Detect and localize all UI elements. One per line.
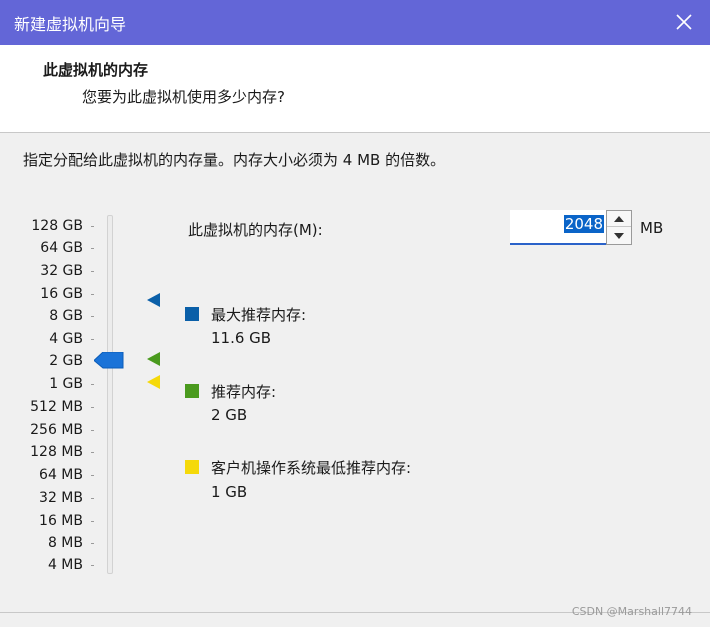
- scale-tick: [91, 271, 94, 272]
- scale-tick: [91, 384, 94, 385]
- memory-slider-thumb[interactable]: [94, 352, 124, 369]
- scale-tick: [91, 339, 94, 340]
- instruction-text: 指定分配给此虚拟机的内存量。内存大小必须为 4 MB 的倍数。: [23, 151, 446, 169]
- recommended-legend-icon: [185, 384, 199, 398]
- scale-tick: [91, 543, 94, 544]
- scale-label-32gb: 32 GB: [40, 263, 83, 279]
- scale-label-8mb: 8 MB: [47, 535, 83, 551]
- scale-label-8gb: 8 GB: [49, 308, 83, 324]
- scale-tick: [91, 452, 94, 453]
- minimum-marker-icon: [147, 375, 160, 389]
- scale-label-16gb: 16 GB: [40, 286, 83, 302]
- chevron-down-icon: [614, 233, 624, 239]
- window-title: 新建虚拟机向导: [14, 15, 127, 34]
- scale-label-1gb: 1 GB: [49, 376, 83, 392]
- scale-tick: [91, 430, 94, 431]
- scale-label-64gb: 64 GB: [40, 240, 83, 256]
- scale-label-128mb: 128 MB: [30, 444, 83, 460]
- scale-label-2gb: 2 GB: [49, 353, 83, 369]
- memory-unit: MB: [640, 219, 664, 237]
- scale-label-4gb: 4 GB: [49, 331, 83, 347]
- chevron-up-icon: [614, 215, 624, 222]
- max-recommended-legend-icon: [185, 307, 199, 321]
- scale-label-4mb: 4 MB: [47, 557, 83, 573]
- scale-label-16mb: 16 MB: [39, 513, 83, 529]
- close-icon: [676, 14, 692, 30]
- scale-label-32mb: 32 MB: [39, 490, 83, 506]
- memory-slider-track[interactable]: [107, 215, 113, 574]
- scale-tick: [91, 521, 94, 522]
- close-button[interactable]: [668, 7, 700, 37]
- spin-up-button[interactable]: [607, 211, 631, 227]
- scale-label-512mb: 512 MB: [30, 399, 83, 415]
- scale-tick: [91, 226, 94, 227]
- memory-input-value: 2048: [563, 215, 604, 233]
- scale-tick: [91, 565, 94, 566]
- max-recommended-marker-icon: [147, 293, 160, 307]
- memory-input[interactable]: 2048: [510, 210, 606, 245]
- spin-down-button[interactable]: [607, 228, 631, 244]
- scale-label-64mb: 64 MB: [39, 467, 83, 483]
- max-recommended-label: 最大推荐内存:: [211, 306, 307, 324]
- recommended-marker-icon: [147, 352, 160, 366]
- recommended-value: 2 GB: [211, 406, 248, 424]
- scale-tick: [91, 475, 94, 476]
- scale-label-128gb: 128 GB: [31, 218, 83, 234]
- scale-tick: [91, 316, 94, 317]
- page-title: 此虚拟机的内存: [43, 61, 149, 79]
- page-subtitle: 您要为此虚拟机使用多少内存?: [82, 88, 285, 106]
- scale-label-256mb: 256 MB: [30, 422, 83, 438]
- scale-tick: [91, 248, 94, 249]
- scale-tick: [91, 294, 94, 295]
- memory-field-label: 此虚拟机的内存(M):: [188, 221, 323, 239]
- minimum-legend-icon: [185, 460, 199, 474]
- watermark: CSDN @Marshall7744: [571, 605, 692, 618]
- recommended-label: 推荐内存:: [211, 383, 277, 401]
- minimum-value: 1 GB: [211, 483, 248, 501]
- minimum-label: 客户机操作系统最低推荐内存:: [211, 459, 412, 477]
- wizard-header: 此虚拟机的内存 您要为此虚拟机使用多少内存?: [0, 45, 710, 133]
- max-recommended-value: 11.6 GB: [211, 329, 272, 347]
- scale-tick: [91, 498, 94, 499]
- memory-spinner[interactable]: [606, 210, 632, 245]
- title-bar: 新建虚拟机向导: [0, 0, 710, 45]
- scale-tick: [91, 407, 94, 408]
